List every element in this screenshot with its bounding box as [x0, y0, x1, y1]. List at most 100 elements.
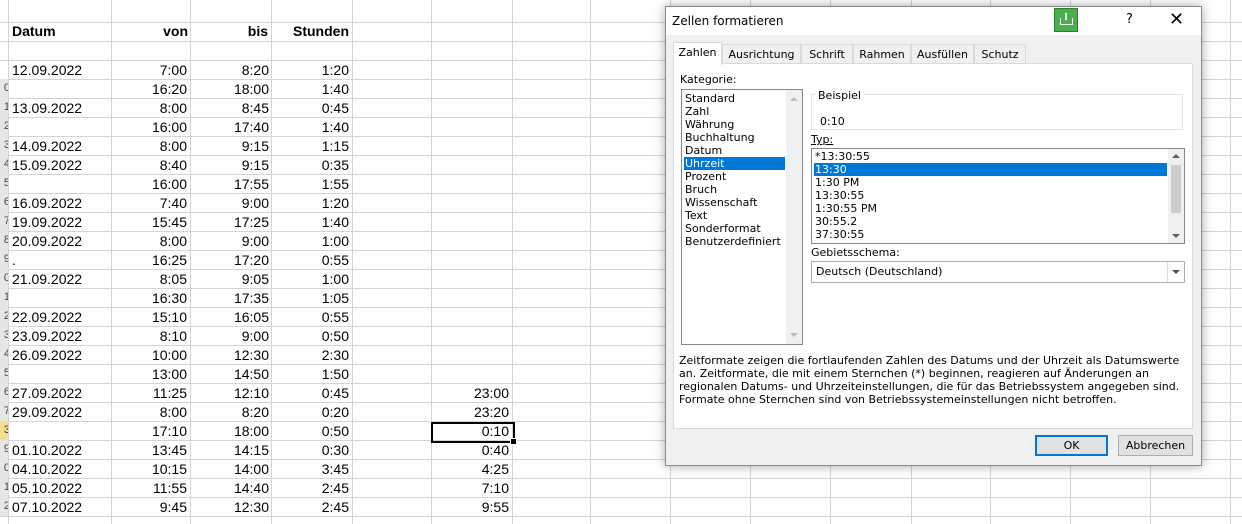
cell-stunden[interactable]: 0:55 — [271, 308, 349, 327]
cell-von[interactable]: 8:00 — [111, 232, 187, 251]
cell-datum[interactable] — [12, 289, 108, 308]
cell-bis[interactable]: 9:00 — [190, 232, 269, 251]
row-number[interactable]: 7 — [0, 402, 8, 421]
type-item[interactable]: 37:30:55 — [814, 228, 1167, 241]
type-scrollbar-thumb[interactable] — [1171, 165, 1181, 213]
row-number[interactable]: 4 — [0, 345, 8, 364]
cell-bis[interactable]: 14:00 — [190, 460, 269, 479]
type-item[interactable]: 30:55.2 — [814, 215, 1167, 228]
cell-extra[interactable]: 7:10 — [431, 479, 509, 498]
row-number-selected[interactable]: 3 — [0, 421, 8, 440]
scroll-up-icon[interactable] — [790, 97, 798, 101]
cell-extra[interactable]: 0:40 — [431, 441, 509, 460]
cell-von[interactable]: 16:25 — [111, 251, 187, 270]
cell-stunden[interactable]: 1:50 — [271, 365, 349, 384]
type-listbox[interactable]: *13:30:55 13:30 1:30 PM 13:30:55 1:30:55 PM 3… — [811, 148, 1185, 244]
tab-schutz[interactable]: Schutz — [974, 44, 1026, 64]
tab-ausrichtung[interactable]: Ausrichtung — [722, 44, 801, 64]
type-item[interactable]: *13:30:55 — [814, 150, 1167, 163]
cell-datum[interactable] — [12, 118, 108, 137]
header-datum[interactable]: Datum — [12, 22, 107, 41]
category-item[interactable]: Buchhaltung — [684, 131, 785, 144]
cell-von[interactable]: 11:25 — [111, 384, 187, 403]
cell-datum[interactable] — [12, 80, 108, 99]
cell-stunden[interactable]: 0:30 — [271, 441, 349, 460]
cell-bis[interactable]: 17:20 — [190, 251, 269, 270]
header-bis[interactable]: bis — [190, 22, 268, 41]
cell-datum[interactable]: 07.10.2022 — [12, 498, 108, 517]
category-item[interactable]: Standard — [684, 92, 785, 105]
cell-stunden[interactable]: 1:00 — [271, 270, 349, 289]
cell-von[interactable]: 16:30 — [111, 289, 187, 308]
cell-datum[interactable]: 12.09.2022 — [12, 61, 108, 80]
cell-von[interactable]: 9:45 — [111, 498, 187, 517]
cell-stunden[interactable]: 2:45 — [271, 498, 349, 517]
cell-stunden[interactable]: 0:55 — [271, 251, 349, 270]
cell-bis[interactable]: 9:15 — [190, 156, 269, 175]
category-item[interactable]: Text — [684, 209, 785, 222]
cell-bis[interactable]: 14:50 — [190, 365, 269, 384]
row-number[interactable]: 5 — [0, 364, 8, 383]
row-number[interactable]: 2 — [0, 117, 8, 136]
type-item[interactable]: 1:30:55 PM — [814, 202, 1167, 215]
cell-von[interactable]: 8:00 — [111, 99, 187, 118]
tab-schrift[interactable]: Schrift — [801, 44, 853, 64]
cell-datum[interactable]: 01.10.2022 — [12, 441, 108, 460]
cancel-button[interactable]: Abbrechen — [1118, 435, 1193, 456]
cell-datum[interactable]: 22.09.2022 — [12, 308, 108, 327]
type-item[interactable]: 13:30:55 — [814, 189, 1167, 202]
cell-stunden[interactable]: 1:40 — [271, 80, 349, 99]
help-button[interactable]: ? — [1126, 12, 1133, 27]
cell-stunden[interactable]: 2:45 — [271, 479, 349, 498]
row-number[interactable]: 0 — [0, 79, 8, 98]
cell-datum[interactable]: 29.09.2022 — [12, 403, 108, 422]
cell-stunden[interactable]: 1:00 — [271, 232, 349, 251]
cell-von[interactable]: 16:20 — [111, 80, 187, 99]
cell-datum[interactable]: . — [12, 251, 108, 270]
cell-von[interactable]: 16:00 — [111, 175, 187, 194]
cell-stunden[interactable]: 1:05 — [271, 289, 349, 308]
cell-datum[interactable]: 19.09.2022 — [12, 213, 108, 232]
active-cell-cursor[interactable] — [431, 422, 517, 445]
cell-von[interactable]: 15:45 — [111, 213, 187, 232]
cell-bis[interactable]: 12:30 — [190, 498, 269, 517]
tab-zahlen[interactable]: Zahlen — [673, 42, 722, 65]
category-item[interactable]: Uhrzeit — [684, 157, 785, 170]
cell-bis[interactable]: 17:35 — [190, 289, 269, 308]
scroll-up-icon[interactable] — [1172, 154, 1180, 158]
row-number[interactable]: 3 — [0, 326, 8, 345]
cell-extra[interactable]: 9:55 — [431, 498, 509, 517]
cell-bis[interactable]: 9:00 — [190, 194, 269, 213]
cell-bis[interactable]: 8:20 — [190, 61, 269, 80]
cell-extra[interactable]: 23:00 — [431, 384, 509, 403]
cell-stunden[interactable]: 0:35 — [271, 156, 349, 175]
category-scrollbar[interactable] — [786, 90, 802, 344]
row-number[interactable]: 5 — [0, 174, 8, 193]
cell-stunden[interactable]: 1:40 — [271, 118, 349, 137]
cell-datum[interactable]: 14.09.2022 — [12, 137, 108, 156]
cell-stunden[interactable]: 0:45 — [271, 99, 349, 118]
cell-stunden[interactable]: 1:20 — [271, 61, 349, 80]
cell-stunden[interactable]: 1:20 — [271, 194, 349, 213]
row-number[interactable]: 9 — [0, 440, 8, 459]
cell-bis[interactable]: 12:10 — [190, 384, 269, 403]
cell-datum[interactable]: 27.09.2022 — [12, 384, 108, 403]
cell-stunden[interactable]: 2:30 — [271, 346, 349, 365]
cell-bis[interactable]: 9:15 — [190, 137, 269, 156]
cell-stunden[interactable]: 1:55 — [271, 175, 349, 194]
cell-datum[interactable]: 04.10.2022 — [12, 460, 108, 479]
cell-von[interactable]: 10:15 — [111, 460, 187, 479]
category-item[interactable]: Sonderformat — [684, 222, 785, 235]
ok-button[interactable]: OK — [1035, 435, 1108, 456]
row-number[interactable]: 6 — [0, 193, 8, 212]
row-number[interactable]: 1 — [0, 98, 8, 117]
cell-von[interactable]: 16:00 — [111, 118, 187, 137]
cell-bis[interactable]: 9:05 — [190, 270, 269, 289]
cell-stunden[interactable]: 0:50 — [271, 327, 349, 346]
cell-bis[interactable]: 16:05 — [190, 308, 269, 327]
cell-datum[interactable]: 20.09.2022 — [12, 232, 108, 251]
type-item[interactable]: 1:30 PM — [814, 176, 1167, 189]
row-number[interactable]: 7 — [0, 212, 8, 231]
cell-von[interactable]: 7:00 — [111, 61, 187, 80]
cell-datum[interactable]: 16.09.2022 — [12, 194, 108, 213]
